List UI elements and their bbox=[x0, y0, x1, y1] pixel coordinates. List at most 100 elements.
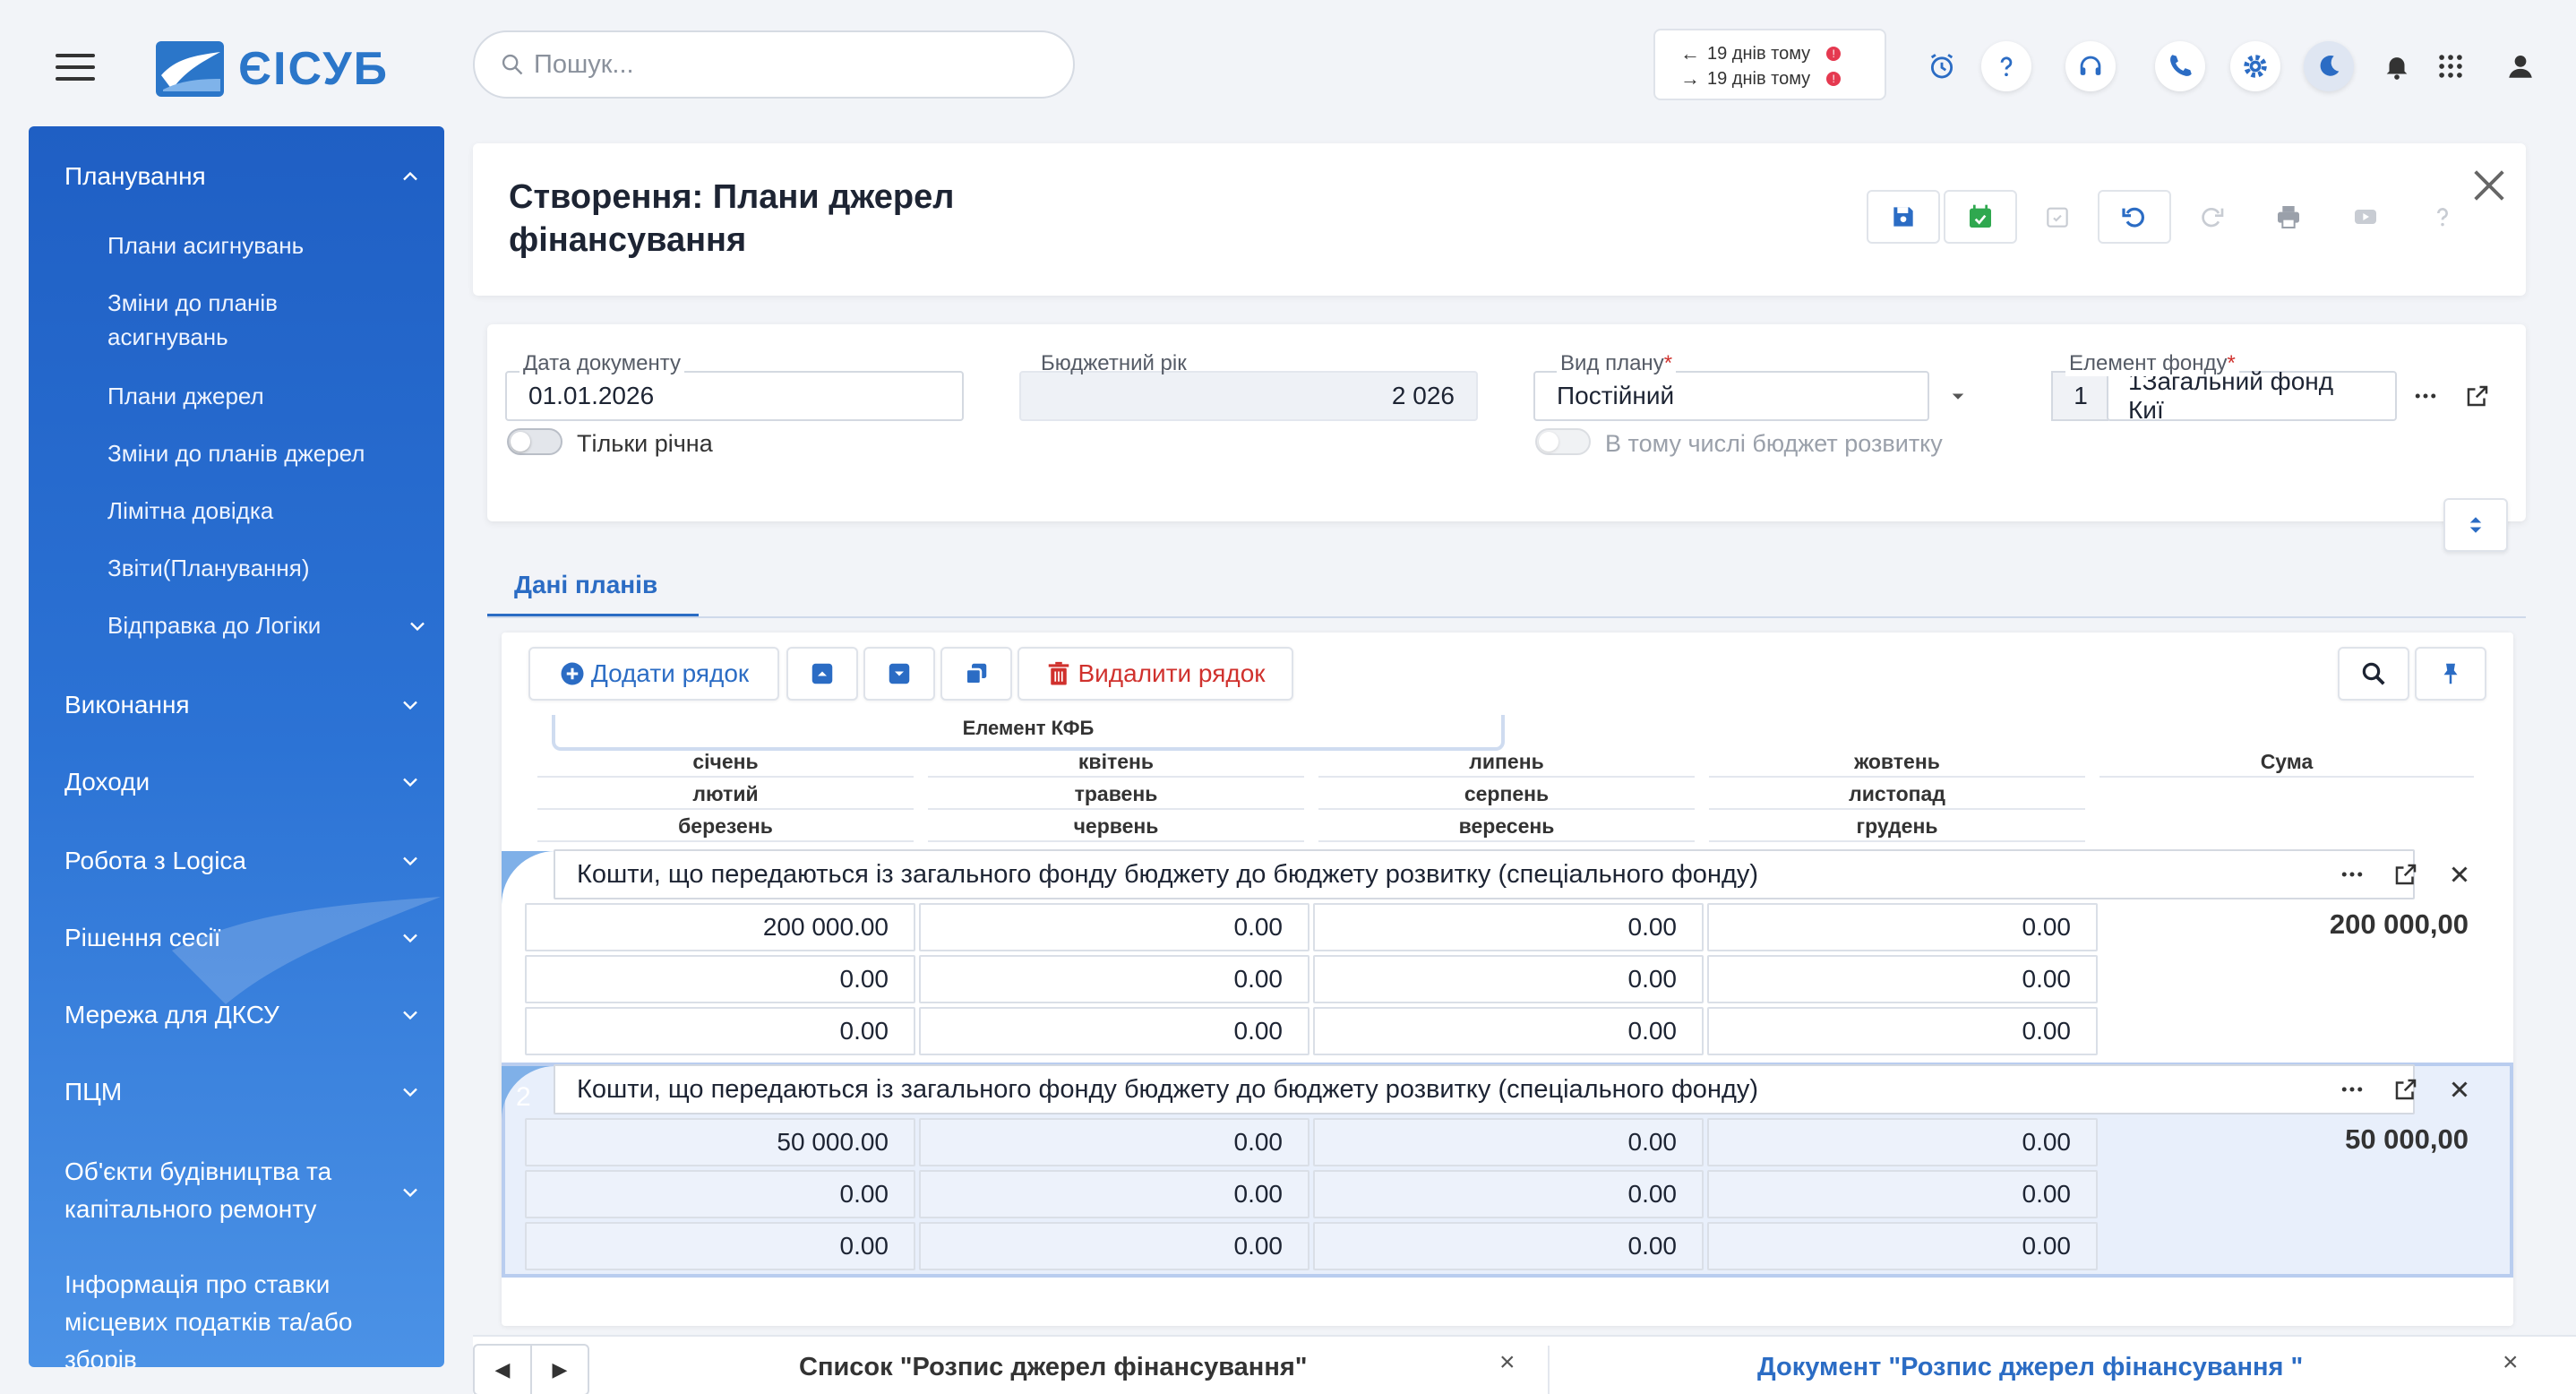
copy-row-button[interactable] bbox=[940, 647, 1012, 701]
kfb-element-field[interactable]: Кошти, що передаються із загального фонд… bbox=[554, 1064, 2415, 1114]
caret-left-icon: ◀ bbox=[494, 1358, 511, 1381]
amount-cell[interactable]: 0.00 bbox=[525, 1007, 915, 1055]
search-box[interactable] bbox=[473, 30, 1075, 99]
move-row-down-button[interactable] bbox=[863, 647, 935, 701]
calendar-icon bbox=[2047, 207, 2068, 228]
row-lookup-button[interactable] bbox=[2325, 1070, 2379, 1109]
sidebar-item-limit-reference[interactable]: Лімітна довідка bbox=[107, 494, 403, 528]
sidebar-item-plan-changes[interactable]: Зміни до планів асигнувань bbox=[107, 286, 403, 354]
history-widget[interactable]: ← 19 днів тому! → 19 днів тому! bbox=[1653, 29, 1886, 100]
row-open-button[interactable] bbox=[2379, 1070, 2433, 1109]
call-button[interactable] bbox=[2155, 41, 2205, 91]
menu-icon[interactable] bbox=[56, 54, 95, 81]
amount-cell[interactable]: 0.00 bbox=[919, 1222, 1309, 1270]
history-forward[interactable]: → 19 днів тому! bbox=[1680, 66, 1885, 91]
fund-lookup-button[interactable] bbox=[2406, 376, 2445, 416]
doc-date-field[interactable]: 01.01.2026 bbox=[505, 371, 964, 421]
settings-button[interactable] bbox=[2230, 41, 2280, 91]
close-task-icon[interactable]: × bbox=[1499, 1347, 1516, 1378]
amount-cell[interactable]: 0.00 bbox=[1313, 1118, 1704, 1166]
row-clear-button[interactable] bbox=[2433, 855, 2486, 894]
sidebar-section-dksu-network[interactable]: Мережа для ДКСУ bbox=[64, 1001, 423, 1029]
sidebar-section-session-decisions[interactable]: Рішення сесії bbox=[64, 924, 423, 952]
amount-cell[interactable]: 0.00 bbox=[1313, 1222, 1704, 1270]
amount-cell[interactable]: 0.00 bbox=[919, 955, 1309, 1003]
redo-button[interactable] bbox=[2175, 190, 2248, 244]
amount-cell[interactable]: 0.00 bbox=[919, 1007, 1309, 1055]
apps-button[interactable] bbox=[2426, 41, 2476, 91]
tab-plan-data[interactable]: Дані планів bbox=[487, 555, 699, 618]
video-help-button[interactable] bbox=[2329, 190, 2402, 244]
row-open-button[interactable] bbox=[2379, 855, 2433, 894]
sidebar-section-construction[interactable]: Об'єкти будівництва та капітального ремо… bbox=[64, 1153, 423, 1228]
sidebar-section-logica[interactable]: Робота з Logica bbox=[64, 847, 423, 875]
print-button[interactable] bbox=[2252, 190, 2325, 244]
history-back[interactable]: ← 19 днів тому! bbox=[1680, 41, 1885, 66]
delete-row-button[interactable]: Видалити рядок bbox=[1018, 647, 1293, 701]
notifications-button[interactable] bbox=[2372, 41, 2422, 91]
sidebar-section-planning[interactable]: Планування bbox=[64, 162, 423, 191]
plan-type-field[interactable]: Постійний bbox=[1533, 371, 1929, 421]
redo-icon bbox=[2202, 208, 2224, 228]
move-row-up-button[interactable] bbox=[786, 647, 858, 701]
sidebar-item-plans-allocations[interactable]: Плани асигнувань bbox=[107, 228, 403, 262]
chevron-down-icon bbox=[403, 1088, 417, 1097]
sidebar-section-local-taxes[interactable]: Інформація про ставки місцевих податків … bbox=[64, 1266, 423, 1367]
amount-cell[interactable]: 0.00 bbox=[1707, 1007, 2098, 1055]
row-clear-button[interactable] bbox=[2433, 1070, 2486, 1109]
sidebar-section-pcm[interactable]: ПЦМ bbox=[64, 1078, 423, 1106]
close-document-icon[interactable] bbox=[2469, 165, 2510, 206]
sidebar-item-planning-reports[interactable]: Звіти(Планування) bbox=[107, 551, 403, 585]
amount-cell[interactable]: 50 000.00 bbox=[525, 1118, 915, 1166]
grid-search-button[interactable] bbox=[2338, 647, 2409, 701]
amount-cell[interactable]: 0.00 bbox=[919, 1118, 1309, 1166]
alarm-button[interactable] bbox=[1917, 41, 1967, 91]
row-lookup-button[interactable] bbox=[2325, 855, 2379, 894]
search-input[interactable] bbox=[534, 49, 1035, 80]
amount-cell[interactable]: 200 000.00 bbox=[525, 903, 915, 951]
support-button[interactable] bbox=[2065, 41, 2116, 91]
app-logo[interactable]: ЄІСУБ bbox=[154, 39, 389, 99]
add-row-button[interactable]: Додати рядок bbox=[528, 647, 779, 701]
amount-cell[interactable]: 0.00 bbox=[1313, 903, 1704, 951]
amount-cell[interactable]: 0.00 bbox=[525, 1222, 915, 1270]
task-source-list[interactable]: Список "Розпис джерел фінансування" bbox=[799, 1353, 1308, 1382]
incl-dev-budget-toggle[interactable] bbox=[1535, 428, 1591, 455]
undo-button[interactable] bbox=[2098, 190, 2171, 244]
close-task-icon[interactable]: × bbox=[2503, 1347, 2519, 1378]
prev-task-button[interactable]: ◀ bbox=[475, 1346, 532, 1394]
amount-cell[interactable]: 0.00 bbox=[1707, 903, 2098, 951]
amount-cell[interactable]: 0.00 bbox=[1313, 1007, 1704, 1055]
amount-cell[interactable]: 0.00 bbox=[1313, 955, 1704, 1003]
amount-cell[interactable]: 0.00 bbox=[1707, 1222, 2098, 1270]
amount-cell[interactable]: 0.00 bbox=[1707, 1118, 2098, 1166]
amount-cell[interactable]: 0.00 bbox=[525, 1170, 915, 1218]
calendar-check-icon bbox=[1970, 204, 1991, 228]
amount-cell[interactable]: 0.00 bbox=[1707, 1170, 2098, 1218]
amount-cell[interactable]: 0.00 bbox=[919, 1170, 1309, 1218]
sidebar-item-source-plans[interactable]: Плани джерел bbox=[107, 379, 403, 413]
sidebar-section-revenues[interactable]: Доходи bbox=[64, 768, 423, 796]
schedule-button[interactable] bbox=[2021, 190, 2094, 244]
only-annual-toggle[interactable] bbox=[507, 428, 562, 455]
sidebar-item-send-to-logica[interactable]: Відправка до Логіки bbox=[107, 608, 430, 642]
kfb-element-field[interactable]: Кошти, що передаються із загального фонд… bbox=[554, 849, 2415, 899]
user-button[interactable] bbox=[2495, 41, 2546, 91]
amount-cell[interactable]: 0.00 bbox=[1707, 955, 2098, 1003]
amount-cell[interactable]: 0.00 bbox=[1313, 1170, 1704, 1218]
save-and-close-button[interactable] bbox=[1944, 190, 2017, 244]
help-button[interactable] bbox=[1981, 41, 2031, 91]
theme-toggle[interactable] bbox=[2304, 41, 2354, 91]
collapse-form-button[interactable] bbox=[2443, 498, 2508, 552]
fund-element-field[interactable]: 1Загальний фонд Киї bbox=[2107, 367, 2397, 424]
amount-cell[interactable]: 0.00 bbox=[919, 903, 1309, 951]
save-button[interactable] bbox=[1867, 190, 1940, 244]
plan-type-dropdown[interactable] bbox=[1938, 376, 1978, 416]
task-source-document[interactable]: Документ "Розпис джерел фінансування " bbox=[1757, 1353, 2303, 1382]
sidebar-section-execution[interactable]: Виконання bbox=[64, 691, 423, 719]
fund-open-button[interactable] bbox=[2458, 376, 2497, 416]
next-task-button[interactable]: ▶ bbox=[532, 1346, 588, 1394]
sidebar-item-source-plan-changes[interactable]: Зміни до планів джерел bbox=[107, 436, 403, 470]
pin-button[interactable] bbox=[2415, 647, 2486, 701]
amount-cell[interactable]: 0.00 bbox=[525, 955, 915, 1003]
